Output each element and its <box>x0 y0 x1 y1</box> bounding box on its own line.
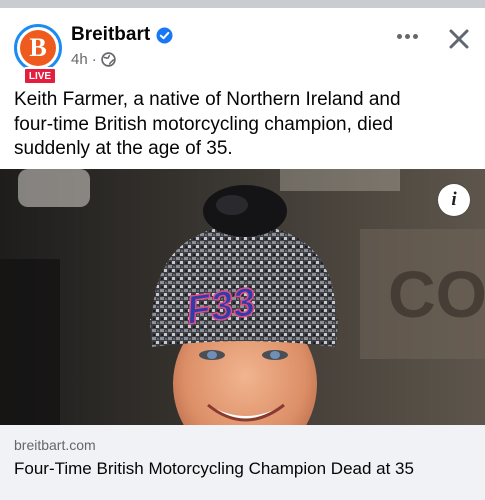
svg-text:CO: CO <box>388 257 485 331</box>
breitbart-logo: B <box>20 30 56 66</box>
globe-icon <box>100 52 116 67</box>
link-headline: Four-Time British Motorcycling Champion … <box>14 459 414 478</box>
post-text: Keith Farmer, a native of Northern Irela… <box>14 89 401 159</box>
page-name[interactable]: Breitbart <box>71 24 150 46</box>
post-image[interactable]: CO F33 <box>0 169 485 425</box>
info-icon[interactable]: i <box>438 184 470 216</box>
more-dot <box>396 33 402 39</box>
post-meta: 4h · <box>71 51 116 68</box>
link-domain: breitbart.com <box>14 437 96 453</box>
verified-badge-icon <box>156 27 173 44</box>
live-badge: LIVE <box>23 67 57 85</box>
post-header: B LIVE Breitbart 4h · <box>0 8 485 85</box>
meta-separator: · <box>91 51 97 68</box>
page-name-row: Breitbart <box>71 24 173 46</box>
top-divider <box>0 0 485 8</box>
more-dot <box>404 33 410 39</box>
info-glyph: i <box>451 189 457 210</box>
more-options-icon[interactable] <box>392 28 422 44</box>
page-avatar[interactable]: B LIVE <box>14 24 64 85</box>
more-dot <box>412 33 418 39</box>
post-time[interactable]: 4h <box>71 51 88 68</box>
avatar-ring: B <box>14 24 62 72</box>
avatar-letter: B <box>29 33 47 62</box>
link-preview[interactable]: breitbart.com Four-Time British Motorcyc… <box>0 425 485 500</box>
close-icon[interactable] <box>446 26 472 52</box>
